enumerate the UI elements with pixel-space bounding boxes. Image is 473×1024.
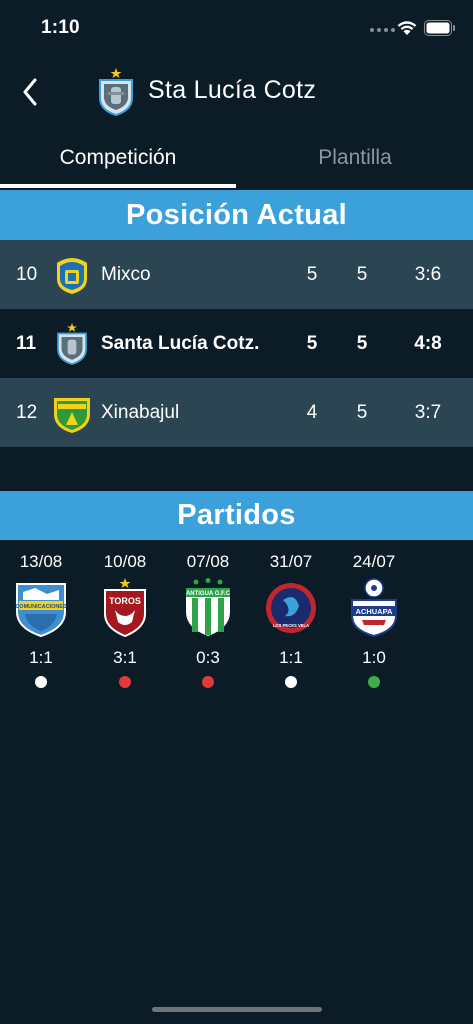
points-cell: 5 [356, 332, 368, 354]
result-draw-indicator [35, 676, 47, 688]
wifi-icon [397, 21, 417, 35]
result-loss-indicator [202, 676, 214, 688]
nav-header: Sta Lucía Cotz [0, 58, 473, 128]
points-cell: 5 [356, 401, 368, 423]
status-bar: 1:10 [0, 0, 473, 58]
standings-row[interactable]: 12 Xinabajul 4 5 3:7 [0, 378, 473, 447]
match-item[interactable]: 31/07 LOS PECES VELA 1:1 [250, 548, 332, 693]
match-item[interactable]: 24/07 ACHUAPA 1:0 [333, 548, 415, 693]
standings-row-current[interactable]: 11 Santa Lucía Cotz. 5 5 4:8 [0, 309, 473, 378]
match-date: 07/08 [186, 552, 230, 571]
match-score: 1:1 [29, 648, 53, 667]
goals-cell: 3:6 [414, 263, 442, 285]
standings-table: 10 Mixco 5 5 3:6 11 Santa Lucía Cotz. 5 … [0, 240, 473, 447]
goals-cell: 4:8 [414, 332, 442, 354]
match-logo-text: LOS PECES VELA [273, 623, 309, 628]
santa-lucia-crest-icon [52, 309, 92, 378]
played-cell: 4 [306, 401, 318, 423]
result-win-indicator [368, 676, 380, 688]
match-item[interactable]: 10/08 TOROS 3:1 [84, 548, 166, 693]
match-logo-text: ACHUAPA [356, 607, 394, 616]
match-score: 1:0 [362, 648, 386, 667]
match-item[interactable]: 13/08 COMUNICACIONES 1:1 [0, 548, 82, 693]
match-logo-text: ANTIGUA G.F.C [186, 591, 231, 597]
match-item[interactable]: 07/08 ANTIGUA G.F.C 0:3 [167, 548, 249, 693]
active-tab-indicator [0, 184, 236, 188]
matches-list: 13/08 COMUNICACIONES 1:1 10/08 TOROS 3:1… [0, 548, 473, 698]
match-date: 24/07 [352, 552, 396, 571]
peces-vela-crest-icon: LOS PECES VELA [266, 583, 316, 633]
team-name-cell: Santa Lucía Cotz. [101, 332, 260, 354]
result-draw-indicator [285, 676, 297, 688]
match-date: 10/08 [103, 552, 147, 571]
goals-cell: 3:7 [414, 401, 442, 423]
played-cell: 5 [306, 332, 318, 354]
match-logo-text: COMUNICACIONES [15, 604, 67, 610]
result-loss-indicator [119, 676, 131, 688]
cellular-signal-icon [370, 28, 395, 32]
tab-plantilla[interactable]: Plantilla [237, 128, 473, 188]
team-name-cell: Mixco [101, 263, 151, 285]
match-logo-text: TOROS [109, 596, 141, 606]
achuapa-crest-icon: ACHUAPA [351, 578, 397, 638]
battery-icon [424, 20, 455, 36]
chevron-left-icon [23, 78, 37, 106]
standings-header: Posición Actual [0, 190, 473, 240]
position-cell: 11 [16, 332, 37, 354]
toros-crest-icon: TOROS [104, 578, 146, 638]
match-score: 1:1 [279, 648, 303, 667]
team-name-cell: Xinabajul [101, 401, 180, 423]
matches-header: Partidos [0, 491, 473, 540]
match-date: 31/07 [269, 552, 313, 571]
page-title: Sta Lucía Cotz [148, 76, 317, 104]
back-button[interactable] [14, 72, 46, 112]
team-crest-icon [99, 68, 133, 116]
xinabajul-crest-icon [52, 378, 92, 447]
status-time: 1:10 [41, 17, 80, 38]
match-score: 0:3 [196, 648, 220, 667]
match-date: 13/08 [19, 552, 63, 571]
match-score: 3:1 [113, 648, 137, 667]
mixco-crest-icon [52, 240, 92, 309]
position-cell: 10 [16, 263, 38, 285]
points-cell: 5 [356, 263, 368, 285]
tab-competicion[interactable]: Competición [0, 128, 236, 188]
antigua-crest-icon: ANTIGUA G.F.C [186, 578, 231, 636]
position-cell: 12 [16, 401, 38, 423]
home-indicator[interactable] [152, 1007, 322, 1012]
played-cell: 5 [306, 263, 318, 285]
standings-row[interactable]: 10 Mixco 5 5 3:6 [0, 240, 473, 309]
comunicaciones-crest-icon: COMUNICACIONES [15, 583, 67, 638]
tab-bar: Competición Plantilla [0, 128, 473, 188]
